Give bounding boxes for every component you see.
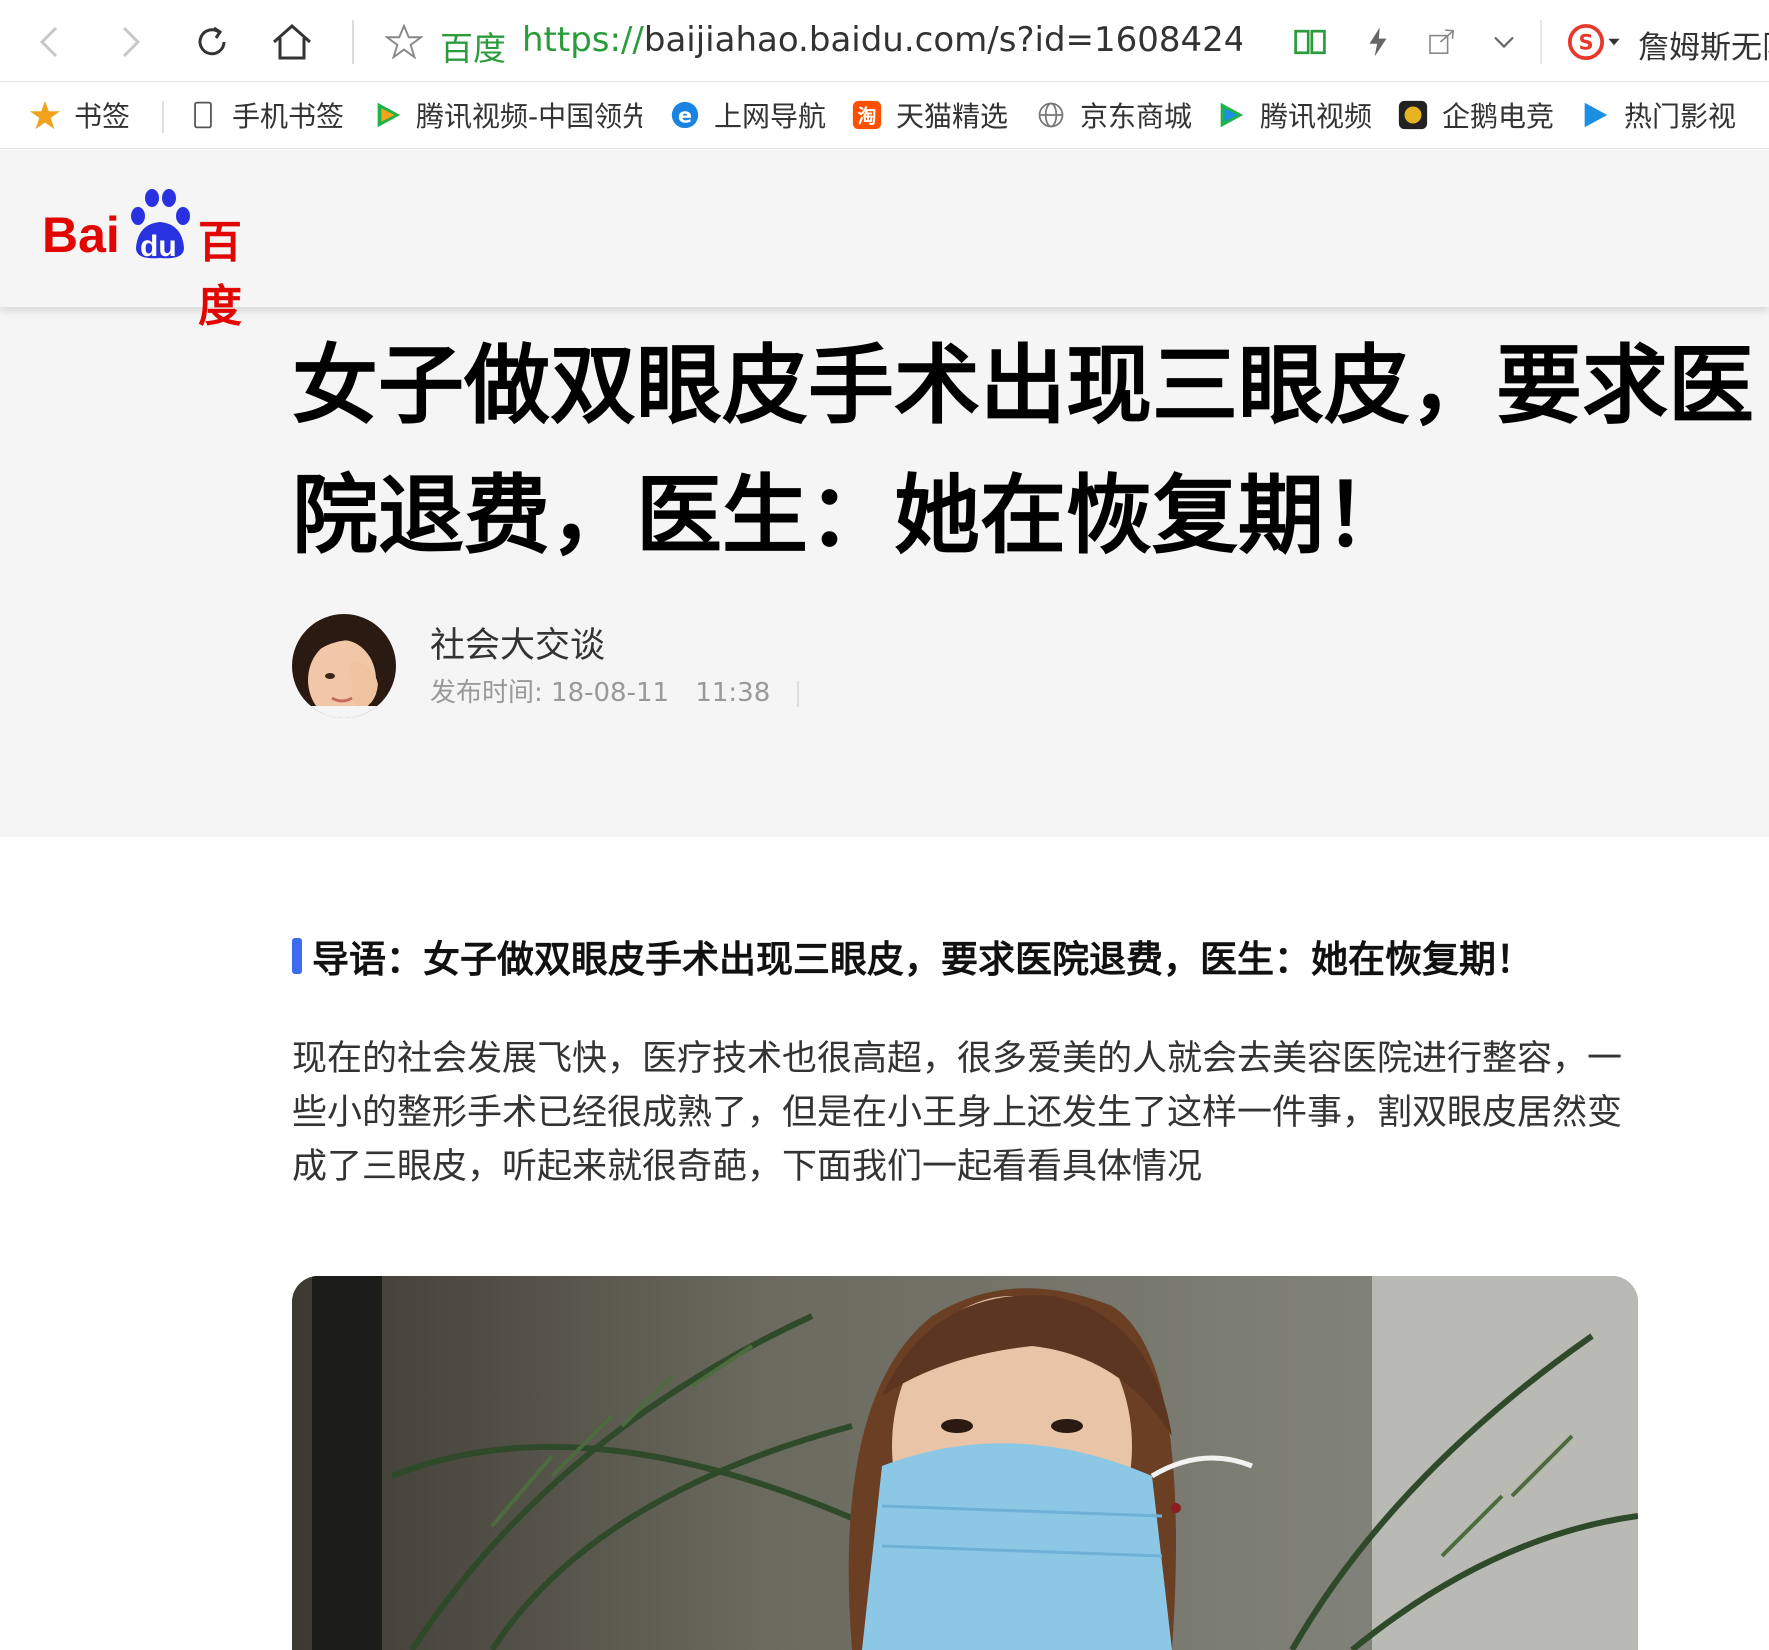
tencent-video-icon <box>372 98 404 132</box>
url-path: baijiahao.baidu.com/s?id=16084248480 <box>643 20 1242 60</box>
publish-date: 发布时间: 18-08-11 <box>430 678 670 708</box>
toolbar-divider <box>1540 20 1542 64</box>
sogou-logo-icon: S <box>1567 23 1605 61</box>
phone-icon <box>186 98 220 132</box>
lead-accent-bar <box>292 938 302 974</box>
svg-text:淘: 淘 <box>858 105 877 128</box>
publish-divider <box>796 680 799 707</box>
bookmark-item[interactable]: e 上网导航 <box>668 95 826 135</box>
tencent-video-icon <box>1214 98 1248 132</box>
site-name: 百度 <box>440 29 506 68</box>
accelerate-button[interactable] <box>1358 22 1398 62</box>
lightning-icon <box>1369 27 1387 57</box>
article-lead: 导语：女子做双眼皮手术出现三眼皮，要求医院退费，医生：她在恢复期！ <box>312 938 1533 981</box>
dropdown-button[interactable] <box>1484 22 1524 62</box>
taobao-icon: 淘 <box>850 98 884 132</box>
caret-down-icon <box>1608 38 1620 46</box>
logo-text-cn: 百度 <box>198 217 242 332</box>
bookmark-divider <box>162 101 164 133</box>
bookmark-item[interactable]: 热门影视 <box>1578 95 1736 135</box>
share-icon <box>1429 29 1455 55</box>
article-title: 女子做双眼皮手术出现三眼皮，要求医院退费，医生：她在恢复期！ <box>292 336 1754 566</box>
forward-button[interactable] <box>102 14 158 70</box>
article-image[interactable] <box>292 1276 1638 1650</box>
bookmark-item[interactable]: 京东商城 <box>1034 95 1192 135</box>
svg-text:S: S <box>1578 31 1593 55</box>
author-name[interactable]: 社会大交谈 <box>430 617 605 668</box>
bookmark-item[interactable]: 腾讯视频 <box>1214 95 1372 135</box>
bookmark-label: 京东商城 <box>1080 100 1193 133</box>
bookmark-item[interactable]: 淘 天猫精选 <box>850 95 1008 135</box>
bookmark-label: 腾讯视频 <box>1260 100 1373 133</box>
globe-icon <box>1034 98 1068 132</box>
chevron-right-icon <box>122 26 141 58</box>
user-name[interactable]: 詹姆斯无限 <box>1638 22 1769 67</box>
reload-button[interactable] <box>184 14 240 70</box>
bookmark-label: 腾讯视频-中国领先 <box>416 100 642 133</box>
article-paragraph: 现在的社会发展飞快，医疗技术也很高超，很多爱美的人就会去美容医院进行整容，一些小… <box>292 1039 1623 1187</box>
account-dropdown[interactable] <box>1604 22 1624 62</box>
esports-icon <box>1396 98 1430 132</box>
bookmark-label: 上网导航 <box>714 100 827 133</box>
bookmarks-bar: 书签 手机书签 腾讯视频-中国领先 e 上网导航 淘 天猫精选 京东商城 腾讯视… <box>0 83 1769 149</box>
video-play-icon <box>1578 98 1612 132</box>
reload-icon <box>198 26 226 56</box>
book-icon <box>1294 29 1326 55</box>
publish-time: 11:38 <box>695 678 771 708</box>
sogou-account-button[interactable]: S <box>1566 22 1606 62</box>
address-bar[interactable]: https://baijiahao.baidu.com/s?id=1608424… <box>522 20 1242 66</box>
bookmark-item[interactable]: 企鹅电竞 <box>1396 95 1554 135</box>
url-scheme: https:// <box>522 20 644 60</box>
bookmark-item[interactable]: 书签 <box>28 95 130 135</box>
article-photo <box>292 1276 1638 1650</box>
logo-text-latin: Bai <box>42 207 120 263</box>
author-avatar[interactable] <box>292 614 396 718</box>
publish-info: 发布时间: 18-08-11 11:38 <box>430 672 799 709</box>
bookmark-label: 热门影视 <box>1624 100 1737 133</box>
browser-toolbar: 百度 https://baijiahao.baidu.com/s?id=1608… <box>0 0 1769 82</box>
toolbar-divider <box>352 20 354 64</box>
logo-text-du: du <box>140 230 177 263</box>
bookmark-label: 手机书签 <box>232 100 345 133</box>
article-hero: 女子做双眼皮手术出现三眼皮，要求医院退费，医生：她在恢复期！ 社会大交谈 发布时… <box>0 307 1769 837</box>
ie-icon: e <box>668 98 702 132</box>
bookmark-item[interactable]: 腾讯视频-中国领先 <box>372 95 642 135</box>
svg-text:e: e <box>678 104 692 128</box>
reader-mode-button[interactable] <box>1290 22 1330 62</box>
star-outline-icon <box>385 23 423 60</box>
bookmark-label: 企鹅电竞 <box>1442 100 1555 133</box>
avatar-image <box>292 614 396 718</box>
site-header: Bai du 百度 <box>0 150 1769 332</box>
baidu-logo[interactable]: Bai du 百度 <box>42 186 282 332</box>
share-button[interactable] <box>1422 22 1462 62</box>
home-icon <box>273 23 311 60</box>
bookmark-label: 天猫精选 <box>896 100 1009 133</box>
bookmark-label: 书签 <box>74 100 131 133</box>
chevron-left-icon <box>39 26 58 58</box>
home-button[interactable] <box>264 14 320 70</box>
bookmark-item[interactable]: 手机书签 <box>186 95 344 135</box>
star-icon <box>28 98 62 132</box>
back-button[interactable] <box>22 14 78 70</box>
favorite-star-button[interactable] <box>384 22 424 62</box>
article-content: 导语：女子做双眼皮手术出现三眼皮，要求医院退费，医生：她在恢复期！ 现在的社会发… <box>0 837 1769 1650</box>
chevron-down-icon <box>1494 36 1514 49</box>
